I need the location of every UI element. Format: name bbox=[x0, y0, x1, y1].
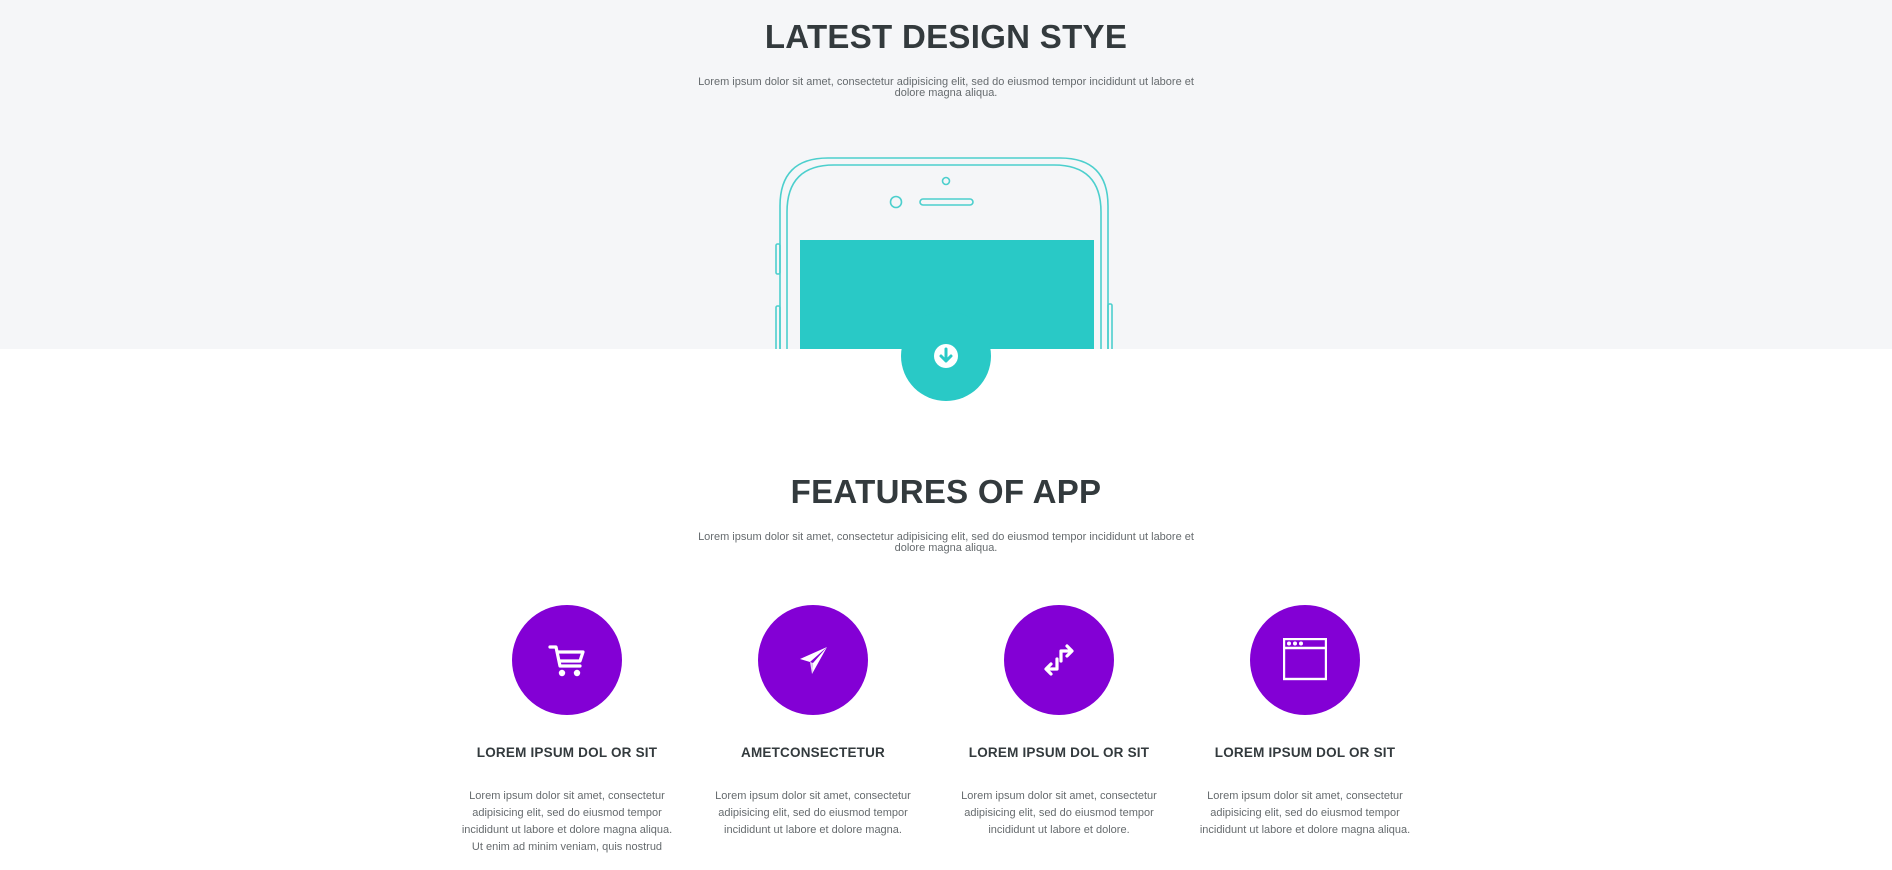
feature-description: Lorem ipsum dolor sit amet, consectetur … bbox=[461, 790, 673, 853]
feature-icon-circle bbox=[1250, 605, 1360, 715]
feature-title: LOREM IPSUM DOL OR SIT bbox=[968, 745, 1150, 760]
feature-card: LOREM IPSUM DOL OR SIT Lorem ipsum dolor… bbox=[1190, 605, 1420, 836]
feature-description: Lorem ipsum dolor sit amet, consectetur … bbox=[961, 790, 1157, 836]
design-section-description: Lorem ipsum dolor sit amet, consectetur … bbox=[698, 76, 1194, 99]
scroll-down-button[interactable] bbox=[901, 311, 991, 401]
feature-title: AMETCONSECTETUR bbox=[741, 745, 885, 760]
feature-icon-circle bbox=[512, 605, 622, 715]
arrow-down-circle-icon bbox=[934, 344, 958, 368]
feature-card: LOREM IPSUM DOL OR SIT Lorem ipsum dolor… bbox=[944, 605, 1174, 836]
feature-description: Lorem ipsum dolor sit amet, consectetur … bbox=[1199, 790, 1411, 836]
design-section-title: LATEST DESIGN STYE bbox=[764, 18, 1128, 55]
exchange-arrows-icon bbox=[1044, 644, 1074, 676]
browser-window-icon bbox=[1283, 638, 1327, 681]
feature-card: AMETCONSECTETUR Lorem ipsum dolor sit am… bbox=[698, 605, 928, 836]
feature-description: Lorem ipsum dolor sit amet, consectetur … bbox=[715, 790, 911, 836]
feature-card: LOREM IPSUM DOL OR SIT Lorem ipsum dolor… bbox=[452, 605, 682, 853]
features-section-title: FEATURES OF APP bbox=[790, 473, 1102, 510]
features-section-description: Lorem ipsum dolor sit amet, consectetur … bbox=[698, 531, 1194, 554]
feature-title: LOREM IPSUM DOL OR SIT bbox=[1214, 745, 1396, 760]
shopping-cart-icon bbox=[548, 645, 585, 677]
feature-icon-circle bbox=[758, 605, 868, 715]
feature-title: LOREM IPSUM DOL OR SIT bbox=[476, 745, 658, 760]
design-section: LATEST DESIGN STYE Lorem ipsum dolor sit… bbox=[0, 0, 1892, 349]
feature-icon-circle bbox=[1004, 605, 1114, 715]
paper-plane-icon bbox=[800, 647, 827, 674]
